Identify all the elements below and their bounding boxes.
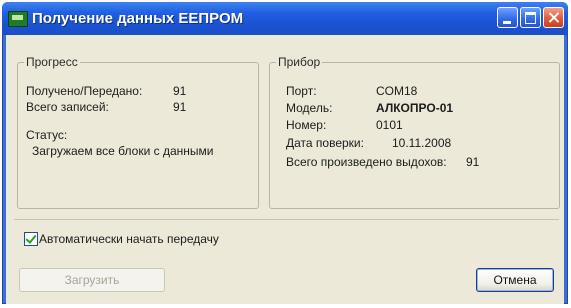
maximize-button[interactable] bbox=[520, 7, 541, 28]
dialog-window: Получение данных ЕЕПРОМ Прогресс Получен… bbox=[2, 2, 568, 304]
total-exhales-value: 91 bbox=[466, 155, 480, 169]
verification-date-label: Дата поверки: bbox=[286, 136, 364, 150]
window-title: Получение данных ЕЕПРОМ bbox=[32, 10, 244, 27]
model-value: АЛКОПРО-01 bbox=[376, 101, 454, 115]
total-records-value: 91 bbox=[173, 100, 187, 114]
total-records-label: Всего записей: bbox=[26, 100, 109, 114]
minimize-button[interactable] bbox=[497, 7, 518, 28]
port-value: COM18 bbox=[376, 84, 418, 98]
port-label: Порт: bbox=[286, 84, 317, 98]
progress-group-title: Прогресс bbox=[24, 55, 80, 69]
title-bar[interactable]: Получение данных ЕЕПРОМ bbox=[2, 2, 568, 35]
progress-group: Прогресс Получено/Передано: 91 Всего зап… bbox=[17, 55, 259, 209]
separator bbox=[14, 219, 559, 220]
total-exhales-label: Всего произведено выдохов: bbox=[286, 155, 447, 169]
received-value: 91 bbox=[173, 84, 187, 98]
model-label: Модель: bbox=[286, 101, 333, 115]
cancel-button[interactable]: Отмена bbox=[476, 268, 554, 292]
checkmark-icon bbox=[25, 232, 37, 244]
received-label: Получено/Передано: bbox=[26, 84, 143, 98]
dialog-client-area: Прогресс Получено/Передано: 91 Всего зап… bbox=[6, 35, 564, 304]
number-label: Номер: bbox=[286, 118, 327, 132]
auto-start-label[interactable]: Автоматически начать передачу bbox=[39, 232, 219, 246]
verification-date-value: 10.11.2008 bbox=[392, 136, 452, 150]
close-button[interactable] bbox=[543, 7, 564, 28]
load-button[interactable]: Загрузить bbox=[19, 268, 165, 292]
device-group-title: Прибор bbox=[276, 55, 323, 69]
device-group: Прибор Порт: COM18 Модель: АЛКОПРО-01 Но… bbox=[269, 55, 560, 209]
auto-start-checkbox[interactable] bbox=[24, 232, 38, 246]
number-value: 0101 bbox=[376, 118, 403, 132]
status-text: Загружаем все блоки с данными bbox=[32, 144, 214, 158]
status-label: Статус: bbox=[26, 128, 68, 142]
app-icon bbox=[8, 11, 28, 27]
